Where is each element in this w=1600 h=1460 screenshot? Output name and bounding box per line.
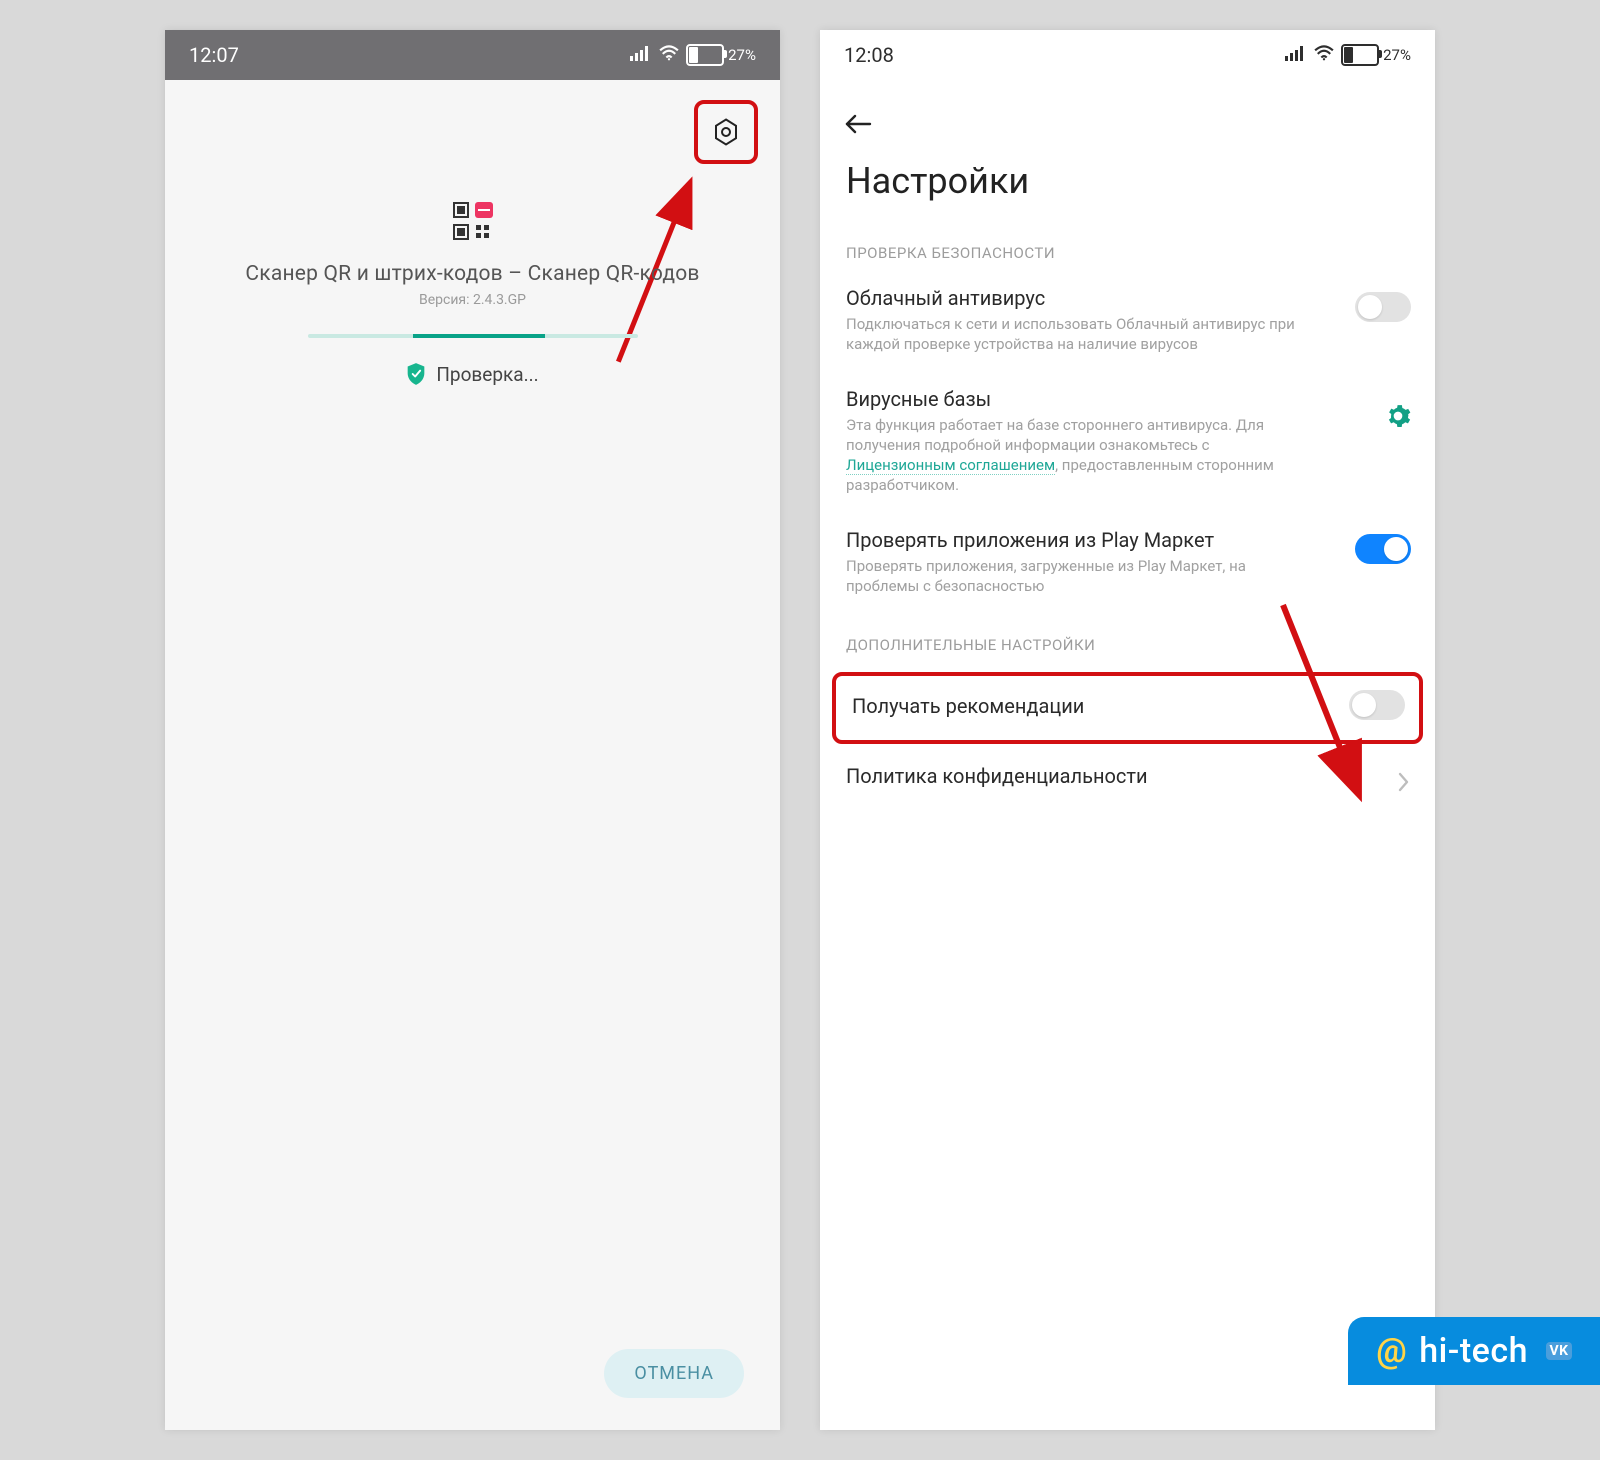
row-desc-pre: Эта функция работает на базе стороннего … [846,416,1264,454]
battery-icon [1341,44,1379,66]
license-link[interactable]: Лицензионным соглашением [846,456,1055,475]
row-title: Политика конфиденциальности [846,764,1409,788]
row-virus-db[interactable]: Вирусные базы Эта функция работает на ба… [820,373,1435,514]
gear-icon[interactable] [1385,403,1411,429]
watermark-text: hi-tech [1419,1331,1528,1371]
row-title: Получать рекомендации [852,694,1403,718]
row-cloud-antivirus[interactable]: Облачный антивирус Подключаться к сети и… [820,272,1435,373]
phone-settings: 12:08 27% Настройки ПРОВЕРКА БЕЗОПАСНОСТ… [820,30,1435,1430]
row-title: Облачный антивирус [846,286,1409,310]
battery-indicator: 27% [686,44,756,66]
signal-icon [1285,45,1307,65]
cancel-button[interactable]: ОТМЕНА [604,1349,744,1398]
row-desc: Подключаться к сети и использовать Облач… [846,314,1306,355]
battery-unit: % [745,46,756,64]
battery-indicator: 27% [1341,44,1411,66]
row-recommendations[interactable]: Получать рекомендации [832,672,1423,744]
checking-label: Проверка... [436,363,538,386]
phone-scanner-check: 12:07 27% [165,30,780,1430]
app-info: Сканер QR и штрих-кодов – Сканер QR-кодо… [165,200,780,386]
wifi-icon [1313,45,1335,65]
signal-icon [630,45,652,65]
battery-pct: 27 [728,46,745,64]
toggle-check-play-market[interactable] [1355,534,1411,564]
app-version: Версия: 2.4.3.GP [165,292,780,308]
row-title: Вирусные базы [846,387,1409,411]
status-icons: 27% [630,44,756,66]
page-title: Настройки [820,80,1435,222]
row-title: Проверять приложения из Play Маркет [846,528,1409,552]
screenshot-pair: 12:07 27% [0,0,1600,1460]
row-check-play-market[interactable]: Проверять приложения из Play Маркет Пров… [820,514,1435,615]
watermark-badge: @ hi-tech VK [1348,1317,1600,1385]
back-button[interactable] [840,106,876,142]
section-security-check: ПРОВЕРКА БЕЗОПАСНОСТИ [820,222,1435,272]
settings-hex-icon [711,117,741,147]
settings-button[interactable] [694,100,758,164]
status-bar: 12:07 27% [165,30,780,80]
status-time: 12:07 [189,43,239,67]
checking-status: Проверка... [165,362,780,386]
row-privacy-policy[interactable]: Политика конфиденциальности [820,750,1435,810]
status-icons: 27% [1285,44,1411,66]
settings-content: Настройки ПРОВЕРКА БЕЗОПАСНОСТИ Облачный… [820,80,1435,1430]
vk-icon: VK [1546,1342,1572,1360]
battery-unit: % [1400,46,1411,64]
status-time: 12:08 [844,43,894,67]
arrow-left-icon [844,113,872,135]
battery-pct: 27 [1383,46,1400,64]
row-desc: Эта функция работает на базе стороннего … [846,415,1306,496]
toggle-recommendations[interactable] [1349,690,1405,720]
progress-bar [308,334,638,338]
row-desc: Проверять приложения, загруженные из Pla… [846,556,1306,597]
toggle-cloud-antivirus[interactable] [1355,292,1411,322]
shield-icon [406,362,426,386]
section-additional: ДОПОЛНИТЕЛЬНЫЕ НАСТРОЙКИ [820,614,1435,664]
chevron-right-icon [1397,772,1409,796]
wifi-icon [658,45,680,65]
battery-icon [686,44,724,66]
scan-content: Сканер QR и штрих-кодов – Сканер QR-кодо… [165,80,780,1430]
status-bar: 12:08 27% [820,30,1435,80]
app-icon [451,200,495,244]
app-title: Сканер QR и штрих-кодов – Сканер QR-кодо… [165,262,780,286]
watermark-at: @ [1376,1331,1407,1371]
